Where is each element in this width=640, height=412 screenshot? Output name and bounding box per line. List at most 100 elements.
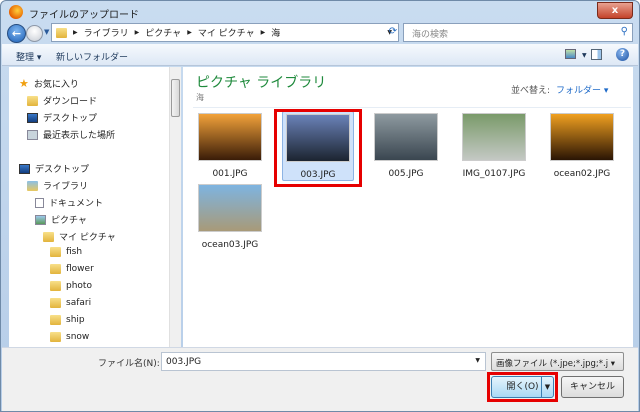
nav-desktop[interactable]: デスクトップ: [19, 162, 89, 175]
desktop-icon: [19, 163, 30, 174]
nav-pictures[interactable]: ピクチャ: [35, 213, 87, 226]
file-tile[interactable]: ocean03.JPG: [194, 182, 266, 252]
folder-icon: [43, 231, 54, 242]
refresh-button[interactable]: ⟳: [385, 23, 401, 42]
file-tile[interactable]: ocean02.JPG: [546, 111, 618, 181]
search-icon[interactable]: ⚲: [621, 26, 628, 37]
navigation-pane: ★ お気に入り ダウンロード デスクトップ 最近表示した場所 デスクトップ ライブ…: [9, 67, 181, 347]
nav-folder-safari[interactable]: safari: [50, 298, 91, 308]
file-name: ocean02.JPG: [553, 169, 611, 179]
breadcrumb-sea[interactable]: 海: [271, 26, 280, 39]
nav-desktop-fav[interactable]: デスクトップ: [27, 111, 97, 124]
nav-label: デスクトップ: [35, 165, 90, 175]
breadcrumb-pictures[interactable]: ピクチャ: [145, 26, 181, 39]
close-button[interactable]: x: [597, 2, 633, 19]
file-tile[interactable]: IMG_0107.JPG: [458, 111, 530, 181]
nav-label: fish: [66, 247, 83, 257]
nav-label: safari: [66, 298, 92, 308]
breadcrumb-libraries[interactable]: ライブラリ: [84, 26, 129, 39]
nav-documents[interactable]: ドキュメント: [35, 196, 103, 209]
divider: [193, 107, 631, 108]
nav-favorites[interactable]: ★ お気に入り: [19, 77, 79, 90]
filename-dropdown[interactable]: ▼: [475, 357, 480, 364]
nav-label: photo: [66, 281, 92, 291]
nav-folder-fish[interactable]: fish: [50, 247, 82, 257]
filetype-select[interactable]: 画像ファイル (*.jpe;*.jpg;*.j ▾: [491, 352, 624, 371]
folder-icon: [50, 332, 61, 342]
sort-label: 並べ替え:: [511, 86, 551, 96]
folder-icon: [50, 264, 61, 274]
thumbnail-image: [550, 113, 614, 161]
nav-recent-places[interactable]: 最近表示した場所: [27, 128, 115, 141]
sort-control[interactable]: 並べ替え: フォルダー ▾: [511, 83, 608, 96]
organize-button[interactable]: 整理 ▾: [16, 50, 41, 63]
nav-label: マイ ピクチャ: [59, 233, 116, 243]
filetype-value: 画像ファイル (*.jpe;*.jpg;*.j: [496, 359, 609, 369]
filename-value: 003.JPG: [166, 357, 202, 367]
nav-label: 最近表示した場所: [43, 131, 116, 141]
open-button[interactable]: 開く(O) ▼: [491, 376, 554, 398]
folder-icon: [56, 27, 67, 38]
firefox-icon: [9, 5, 23, 19]
thumbnail-image: [374, 113, 438, 161]
nav-label: お気に入り: [33, 80, 79, 90]
cancel-button[interactable]: キャンセル: [561, 376, 624, 398]
thumbnail-image: [198, 184, 262, 232]
breadcrumb-my-pictures[interactable]: マイ ピクチャ: [198, 26, 255, 39]
file-upload-dialog: ファイルのアップロード x ← ▼ ▶ ライブラリ ▶ ピクチャ ▶ マイ ピク…: [0, 0, 640, 412]
file-tile[interactable]: 001.JPG: [194, 111, 266, 181]
file-tile[interactable]: 005.JPG: [370, 111, 442, 181]
nav-my-pictures[interactable]: マイ ピクチャ: [43, 230, 116, 243]
downloads-folder-icon: [27, 95, 38, 106]
open-label: 開く(O): [506, 382, 539, 392]
nav-scrollbar-thumb[interactable]: [171, 79, 180, 117]
sort-dropdown[interactable]: フォルダー ▾: [556, 86, 608, 96]
chevron-right-icon: ▶: [73, 29, 78, 36]
toolbar: 整理 ▾ 新しいフォルダー ▼ ?: [2, 44, 638, 66]
nav-label: ライブラリ: [43, 182, 89, 192]
file-name: ocean03.JPG: [201, 240, 259, 250]
thumbnail-image: [462, 113, 526, 161]
address-bar[interactable]: ▶ ライブラリ ▶ ピクチャ ▶ マイ ピクチャ ▶ 海 ▼: [51, 23, 399, 42]
file-name: 001.JPG: [212, 169, 248, 179]
preview-pane-icon[interactable]: [591, 49, 602, 60]
highlight-box: [274, 109, 362, 187]
library-title: ピクチャ ライブラリ: [196, 75, 327, 91]
chevron-right-icon: ▶: [260, 29, 266, 36]
view-icon[interactable]: [565, 49, 576, 59]
folder-icon: [50, 281, 61, 291]
chevron-right-icon: ▶: [187, 29, 192, 36]
library-subtitle: 海: [196, 93, 204, 102]
nav-label: snow: [66, 332, 90, 342]
search-input[interactable]: 海の検索 ⚲: [403, 23, 633, 42]
nav-folder-ship[interactable]: ship: [50, 315, 85, 325]
chevron-right-icon: ▶: [134, 29, 140, 36]
forward-button[interactable]: [26, 25, 43, 42]
recent-pages-dropdown[interactable]: ▼: [44, 28, 49, 36]
nav-folder-flower[interactable]: flower: [50, 264, 94, 274]
nav-folder-photo[interactable]: photo: [50, 281, 92, 291]
desktop-icon: [27, 112, 38, 123]
back-button[interactable]: ←: [7, 24, 26, 43]
nav-libraries[interactable]: ライブラリ: [27, 179, 88, 192]
view-dropdown[interactable]: ▼: [582, 52, 587, 59]
help-icon[interactable]: ?: [616, 48, 629, 61]
nav-label: ドキュメント: [49, 199, 104, 209]
file-name: 005.JPG: [388, 169, 424, 179]
nav-downloads[interactable]: ダウンロード: [27, 94, 97, 107]
file-name: IMG_0107.JPG: [462, 169, 526, 179]
folder-icon: [50, 315, 61, 325]
filename-label: ファイル名(N):: [98, 359, 160, 369]
nav-label: flower: [66, 264, 94, 274]
folder-icon: [50, 298, 61, 308]
libraries-icon: [27, 180, 38, 191]
thumbnail-image: [198, 113, 262, 161]
new-folder-button[interactable]: 新しいフォルダー: [56, 50, 128, 63]
nav-label: ダウンロード: [43, 97, 98, 107]
filename-input[interactable]: 003.JPG ▼: [161, 352, 486, 371]
nav-folder-snow[interactable]: snow: [50, 332, 89, 342]
nav-label: デスクトップ: [43, 114, 98, 124]
nav-label: ship: [66, 315, 85, 325]
open-dropdown[interactable]: ▼: [541, 377, 553, 397]
folder-icon: [50, 247, 61, 257]
